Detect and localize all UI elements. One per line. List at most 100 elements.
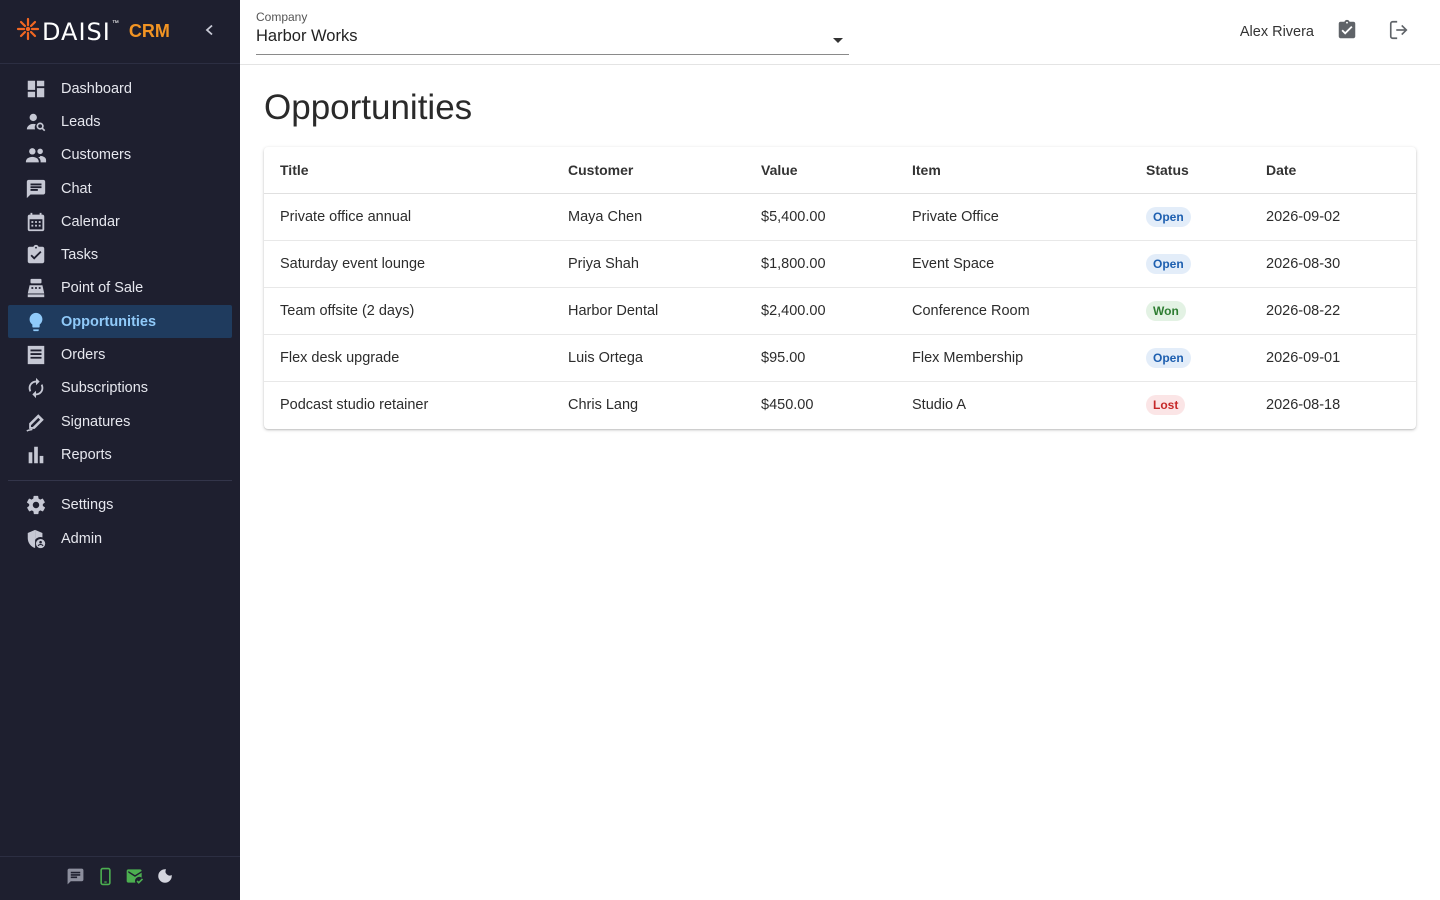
logout-icon — [1388, 19, 1410, 46]
chevron-left-icon — [204, 23, 216, 41]
sidebar-item-opportunities[interactable]: Opportunities — [8, 305, 232, 339]
brand-bar: DAISI ™ CRM — [0, 0, 240, 64]
assignment-check-icon — [1336, 19, 1358, 46]
sidebar-item-settings[interactable]: Settings — [8, 489, 232, 522]
sidebar-item-label: Settings — [61, 497, 114, 514]
sidebar-item-label: Opportunities — [61, 313, 157, 330]
people-icon — [24, 143, 48, 167]
cell-title: Podcast studio retainer — [280, 396, 429, 413]
cell-title: Flex desk upgrade — [264, 334, 552, 382]
chat-status-button[interactable] — [64, 868, 86, 890]
cell-item: Event Space — [896, 240, 1130, 288]
brand-trademark: ™ — [111, 20, 119, 27]
user-name[interactable]: Alex Rivera — [1240, 24, 1314, 40]
dark-mode-toggle[interactable] — [154, 868, 176, 890]
admin-shield-icon — [24, 527, 48, 551]
cell-status: Open — [1130, 193, 1250, 241]
task-check-icon — [24, 243, 48, 267]
cell-date: 2026-08-18 — [1266, 396, 1341, 413]
cell-date: 2026-08-30 — [1250, 240, 1416, 288]
cell-date: 2026-08-22 — [1250, 287, 1416, 335]
opportunities-table: Title Customer Value Item Status Date Pr… — [264, 147, 1416, 429]
email-status-button[interactable] — [124, 868, 146, 890]
column-header-item[interactable]: Item — [896, 147, 1130, 194]
table-row[interactable]: Team offsite (2 days) Harbor Dental $2,4… — [264, 287, 1416, 335]
sidebar-footer — [0, 856, 240, 900]
company-select-value: Harbor Works — [256, 27, 358, 45]
cell-item: Private Office — [896, 193, 1130, 241]
table-row[interactable]: Private office annual Maya Chen $5,400.0… — [264, 193, 1416, 241]
sidebar-item-tasks[interactable]: Tasks — [8, 238, 232, 271]
sidebar-item-label: Chat — [61, 180, 92, 197]
status-badge: Open — [1146, 347, 1191, 368]
sidebar-item-admin[interactable]: Admin — [8, 522, 232, 555]
table-row[interactable]: Podcast studio retainer Chris Lang $450.… — [264, 381, 1416, 428]
brand-product: CRM — [128, 21, 170, 41]
sidebar-item-dashboard[interactable]: Dashboard — [8, 72, 232, 105]
signature-icon — [24, 410, 48, 434]
chat-icon — [24, 177, 48, 201]
sidebar-item-chat[interactable]: Chat — [8, 172, 232, 205]
cell-date: 2026-09-02 — [1250, 193, 1416, 241]
table-header-row: Title Customer Value Item Status Date — [264, 147, 1416, 194]
phone-status-button[interactable] — [94, 867, 116, 890]
cell-title: Private office annual — [264, 193, 552, 241]
logout-button[interactable] — [1387, 20, 1411, 44]
autorenew-icon — [24, 376, 48, 400]
chat-icon — [66, 867, 85, 891]
top-bar: Company Harbor Works Alex Rivera — [240, 0, 1440, 65]
cell-customer: Chris Lang — [568, 396, 639, 413]
column-header-date[interactable]: Date — [1250, 147, 1416, 194]
cell-value: $95.00 — [745, 334, 896, 382]
cell-item: Studio A — [912, 396, 967, 413]
company-select[interactable]: Company Harbor Works — [256, 10, 849, 55]
sidebar: DAISI ™ CRM Dashboard Leads Customers Ch… — [0, 0, 240, 900]
sidebar-item-label: Admin — [61, 530, 103, 547]
cell-title: Team offsite (2 days) — [264, 287, 552, 335]
lightbulb-icon — [24, 310, 48, 334]
sidebar-item-label: Tasks — [61, 247, 99, 264]
table-row[interactable]: Flex desk upgrade Luis Ortega $95.00 Fle… — [264, 334, 1416, 382]
cell-customer: Harbor Dental — [552, 287, 745, 335]
sidebar-item-signatures[interactable]: Signatures — [8, 405, 232, 438]
gear-icon — [24, 493, 48, 517]
cell-item: Flex Membership — [896, 334, 1130, 382]
cell-value: $5,400.00 — [745, 193, 896, 241]
column-header-value[interactable]: Value — [745, 147, 896, 194]
sidebar-item-label: Dashboard — [61, 80, 132, 97]
sidebar-item-reports[interactable]: Reports — [8, 438, 232, 471]
sidebar-item-label: Subscriptions — [61, 380, 149, 397]
person-search-icon — [24, 110, 48, 134]
column-header-status[interactable]: Status — [1130, 147, 1250, 194]
column-header-title[interactable]: Title — [264, 147, 552, 194]
column-header-customer[interactable]: Customer — [552, 147, 745, 194]
sidebar-item-point-of-sale[interactable]: Point of Sale — [8, 272, 232, 305]
sidebar-item-orders[interactable]: Orders — [8, 338, 232, 371]
sidebar-item-label: Point of Sale — [61, 280, 144, 297]
brand-logo[interactable]: DAISI ™ CRM — [16, 17, 170, 46]
dashboard-icon — [24, 77, 48, 101]
sidebar-item-customers[interactable]: Customers — [8, 139, 232, 172]
sidebar-item-subscriptions[interactable]: Subscriptions — [8, 372, 232, 405]
sidebar-item-label: Customers — [61, 147, 132, 164]
sidebar-item-calendar[interactable]: Calendar — [8, 205, 232, 238]
collapse-sidebar-button[interactable] — [200, 22, 220, 42]
sidebar-item-leads[interactable]: Leads — [8, 105, 232, 138]
sidebar-item-label: Reports — [61, 446, 112, 463]
daisi-logo-icon — [16, 17, 40, 46]
cell-status: Open — [1130, 334, 1250, 382]
cash-register-icon — [24, 276, 48, 300]
status-badge: Open — [1146, 206, 1191, 227]
dropdown-caret-icon — [833, 38, 843, 43]
cell-value: $1,800.00 — [745, 240, 896, 288]
cell-value: $2,400.00 — [745, 287, 896, 335]
table-row[interactable]: Saturday event lounge Priya Shah $1,800.… — [264, 240, 1416, 288]
page-title: Opportunities — [264, 88, 473, 127]
cell-title: Saturday event lounge — [264, 240, 552, 288]
cell-value: $450.00 — [761, 396, 814, 413]
nav-divider — [8, 479, 232, 481]
status-badge: Lost — [1146, 394, 1186, 415]
mark-email-read-icon — [125, 866, 145, 891]
cell-customer: Luis Ortega — [552, 334, 745, 382]
my-tasks-button[interactable] — [1335, 19, 1359, 46]
